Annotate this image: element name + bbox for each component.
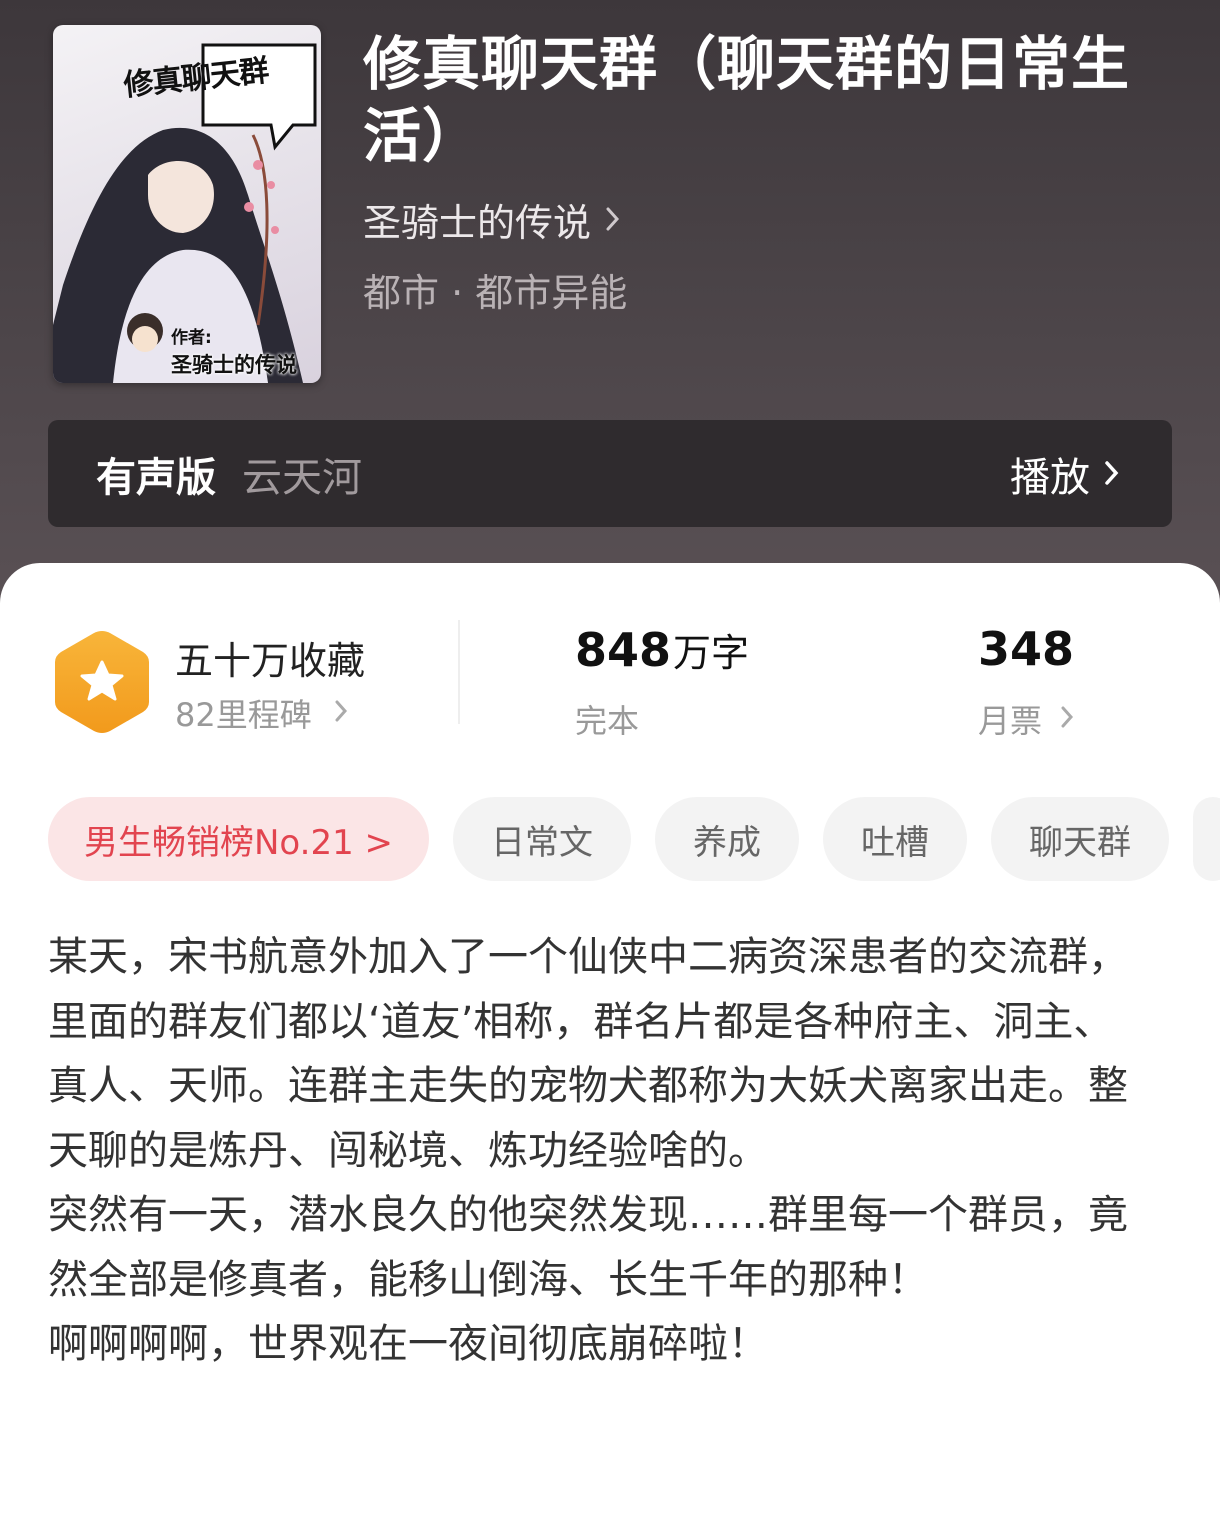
audio-version-bar[interactable]: 有声版 云天河 播放 [48,420,1172,527]
tag-item[interactable]: 日常文 [453,797,632,881]
author-name: 圣骑士的传说 [363,201,592,245]
collection-title[interactable]: 五十万收藏 [175,630,365,685]
chevron-right-icon [1104,451,1120,497]
tag-item-overflow[interactable] [1193,797,1220,881]
play-button[interactable]: 播放 [1010,445,1120,503]
audio-version-label: 有声版 [96,454,216,501]
stats-divider [458,620,460,724]
word-count: 848万字 [575,622,749,677]
cover-author-name: 圣骑士的传说 [171,353,297,377]
book-title: 修真聊天群（聊天群的日常生活） [363,30,1131,170]
book-category[interactable]: 都市 · 都市异能 [363,262,627,317]
audio-narrator: 云天河 [242,454,362,501]
cover-author-label: 作者: [171,328,212,348]
monthly-votes-link[interactable]: 月票 [978,696,1074,742]
word-count-value: 848 [575,623,672,677]
monthly-votes-value: 348 [978,622,1075,676]
tag-item[interactable]: 吐槽 [823,797,968,881]
completion-status: 完本 [575,702,640,740]
chevron-right-icon [1060,700,1074,738]
monthly-votes-label: 月票 [978,702,1043,740]
tag-item[interactable]: 聊天群 [991,797,1170,881]
milestone-link[interactable]: 82里程碑 [175,690,348,736]
synopsis-paragraph: 啊啊啊啊，世界观在一夜间彻底崩碎啦！ [48,1321,768,1367]
tag-item[interactable]: 养成 [655,797,800,881]
book-cover[interactable]: 修真聊天群 作者: 圣骑士的传说 [53,25,321,383]
author-link[interactable]: 圣骑士的传说 [363,192,621,247]
book-synopsis: 某天，宋书航意外加入了一个仙侠中二病资深患者的交流群，里面的群友们都以‘道友’相… [48,925,1148,1377]
play-label: 播放 [1010,454,1090,501]
synopsis-paragraph: 某天，宋书航意外加入了一个仙侠中二病资深患者的交流群，里面的群友们都以‘道友’相… [48,934,1128,1174]
tag-list: 男生畅销榜No.21 > 日常文 养成 吐槽 聊天群 [48,797,1220,881]
milestone-text: 82里程碑 [175,696,312,734]
word-count-unit: 万字 [673,631,750,675]
chevron-right-icon [605,198,621,242]
synopsis-paragraph: 突然有一天，潜水良久的他突然发现……群里每一个群员，竟然全部是修真者，能移山倒海… [48,1192,1128,1303]
chevron-right-icon [334,694,348,732]
rank-tag[interactable]: 男生畅销榜No.21 > [48,797,430,881]
star-hexagon-icon [53,628,151,740]
